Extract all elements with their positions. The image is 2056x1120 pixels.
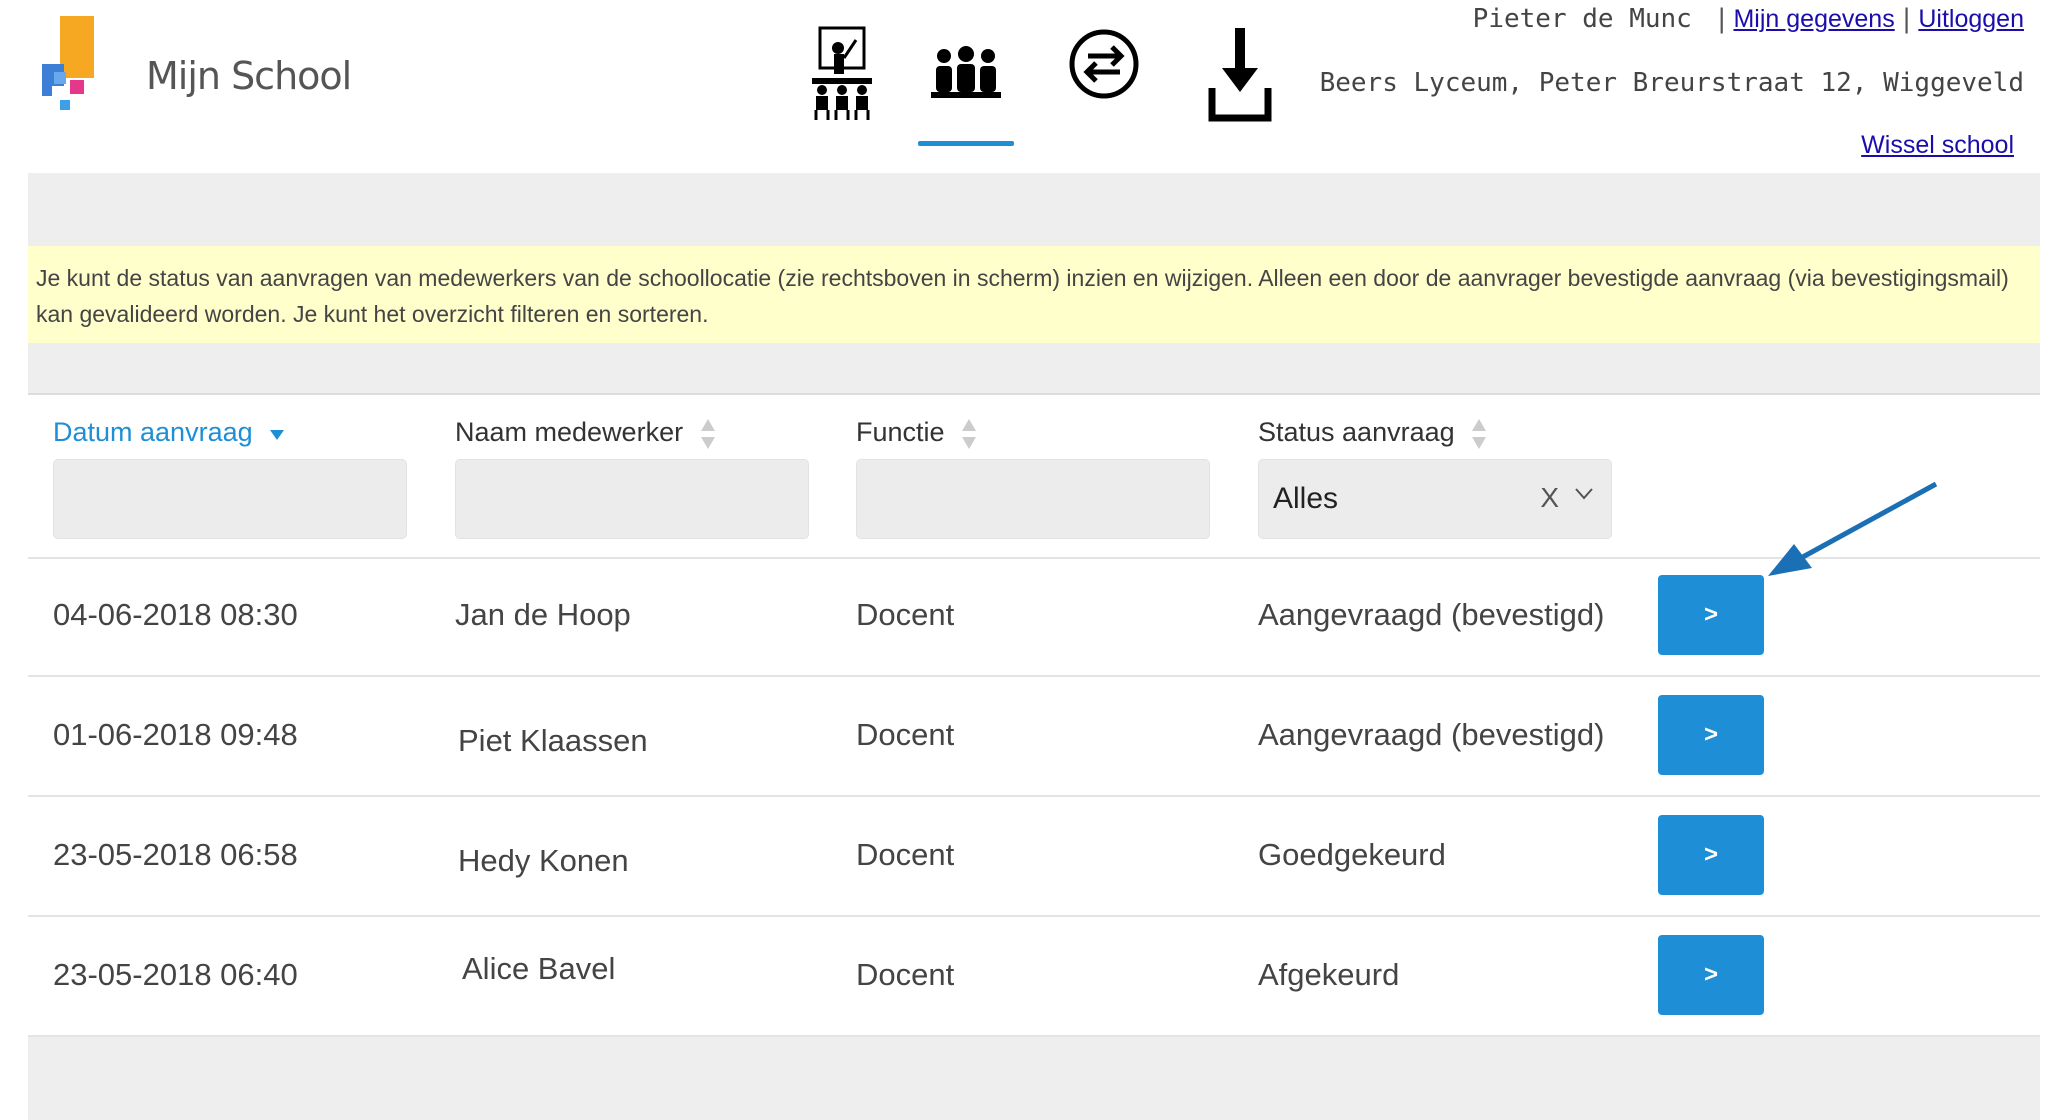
cell-function: Docent: [856, 597, 955, 632]
cell-function: Docent: [856, 957, 955, 992]
column-header-date[interactable]: Datum aanvraag: [53, 417, 285, 448]
open-request-button[interactable]: >: [1658, 575, 1764, 655]
table-row: 04-06-2018 08:30 Jan de Hoop Docent Aang…: [28, 557, 2040, 677]
annotation-arrow-icon: [1768, 481, 1938, 576]
sort-icon: [962, 418, 977, 449]
nav-download[interactable]: [1188, 26, 1292, 146]
separator: |: [1898, 4, 1915, 34]
requests-table: Datum aanvraag Naam medewerker Functie S…: [28, 393, 2040, 1037]
nav-exchange[interactable]: [1052, 26, 1156, 146]
classroom-icon: [812, 26, 872, 120]
column-header-function[interactable]: Functie: [856, 417, 977, 449]
cell-name: Hedy Konen: [458, 843, 629, 878]
table-row: 23-05-2018 06:58 Hedy Konen Docent Goedg…: [28, 797, 2040, 917]
cell-function: Docent: [856, 837, 955, 872]
separator: |: [1713, 4, 1730, 34]
my-details-link[interactable]: Mijn gegevens: [1733, 5, 1894, 33]
function-filter-input[interactable]: [856, 459, 1210, 539]
cell-status: Aangevraagd (bevestigd): [1258, 597, 1605, 632]
cell-date: 23-05-2018 06:58: [53, 837, 298, 872]
cell-status: Afgekeurd: [1258, 957, 1400, 992]
column-header-label: Datum aanvraag: [53, 417, 253, 447]
table-row: 01-06-2018 09:48 Piet Klaassen Docent Aa…: [28, 677, 2040, 797]
logout-link[interactable]: Uitloggen: [1918, 5, 2024, 33]
cell-status: Aangevraagd (bevestigd): [1258, 717, 1605, 752]
main-navigation: [790, 26, 1290, 146]
cell-name: Piet Klaassen: [458, 723, 648, 758]
nav-active-indicator: [918, 141, 1014, 146]
content-panel: Je kunt de status van aanvragen van mede…: [28, 173, 2040, 1120]
status-filter-value: Alles: [1273, 482, 1339, 515]
table-row: 23-05-2018 06:40 Alice Bavel Docent Afge…: [28, 917, 2040, 1037]
school-address: Beers Lyceum, Peter Breurstraat 12, Wigg…: [1319, 68, 2024, 98]
user-name: Pieter de Munc: [1472, 4, 1692, 34]
info-notice: Je kunt de status van aanvragen van mede…: [28, 246, 2040, 343]
status-filter-select[interactable]: Alles X: [1258, 459, 1612, 539]
nav-staff[interactable]: [914, 26, 1018, 146]
cell-name: Alice Bavel: [462, 951, 616, 986]
column-header-label: Functie: [856, 417, 945, 447]
column-header-status[interactable]: Status aanvraag: [1258, 417, 1487, 449]
open-request-button[interactable]: >: [1658, 815, 1764, 895]
cell-date: 23-05-2018 06:40: [53, 957, 298, 992]
sort-icon: [1472, 418, 1487, 449]
date-filter-input[interactable]: [53, 459, 407, 539]
open-request-button[interactable]: >: [1658, 935, 1764, 1015]
user-row: Pieter de Munc | Mijn gegevens | Uitloggen: [1473, 6, 2024, 32]
open-request-button[interactable]: >: [1658, 695, 1764, 775]
clear-filter-button[interactable]: X: [1540, 482, 1559, 514]
chevron-down-icon[interactable]: [1575, 488, 1593, 500]
cell-status: Goedgekeurd: [1258, 837, 1446, 872]
mijn-school-logo[interactable]: Mijn School: [42, 16, 352, 116]
logo-mark-icon: [42, 16, 94, 110]
name-filter-input[interactable]: [455, 459, 809, 539]
cell-date: 04-06-2018 08:30: [53, 597, 298, 632]
cell-function: Docent: [856, 717, 955, 752]
nav-classroom[interactable]: [790, 26, 894, 146]
exchange-icon: [1069, 29, 1139, 99]
switch-school-link[interactable]: Wissel school: [1861, 131, 2014, 159]
cell-name: Jan de Hoop: [455, 597, 631, 632]
logo-text: Mijn School: [146, 54, 352, 98]
page: Mijn School Pieter de Munc | Mijn gegeve…: [0, 0, 2056, 1120]
cell-date: 01-06-2018 09:48: [53, 717, 298, 752]
column-header-label: Status aanvraag: [1258, 417, 1455, 447]
download-icon: [1208, 28, 1272, 122]
sort-icon: [700, 418, 715, 449]
switch-school: Wissel school: [1861, 132, 2014, 158]
sort-desc-icon: [270, 429, 285, 440]
table-header: Datum aanvraag Naam medewerker Functie S…: [28, 395, 2040, 559]
column-header-name[interactable]: Naam medewerker: [455, 417, 715, 449]
staff-group-icon: [931, 46, 1001, 98]
column-header-label: Naam medewerker: [455, 417, 684, 447]
